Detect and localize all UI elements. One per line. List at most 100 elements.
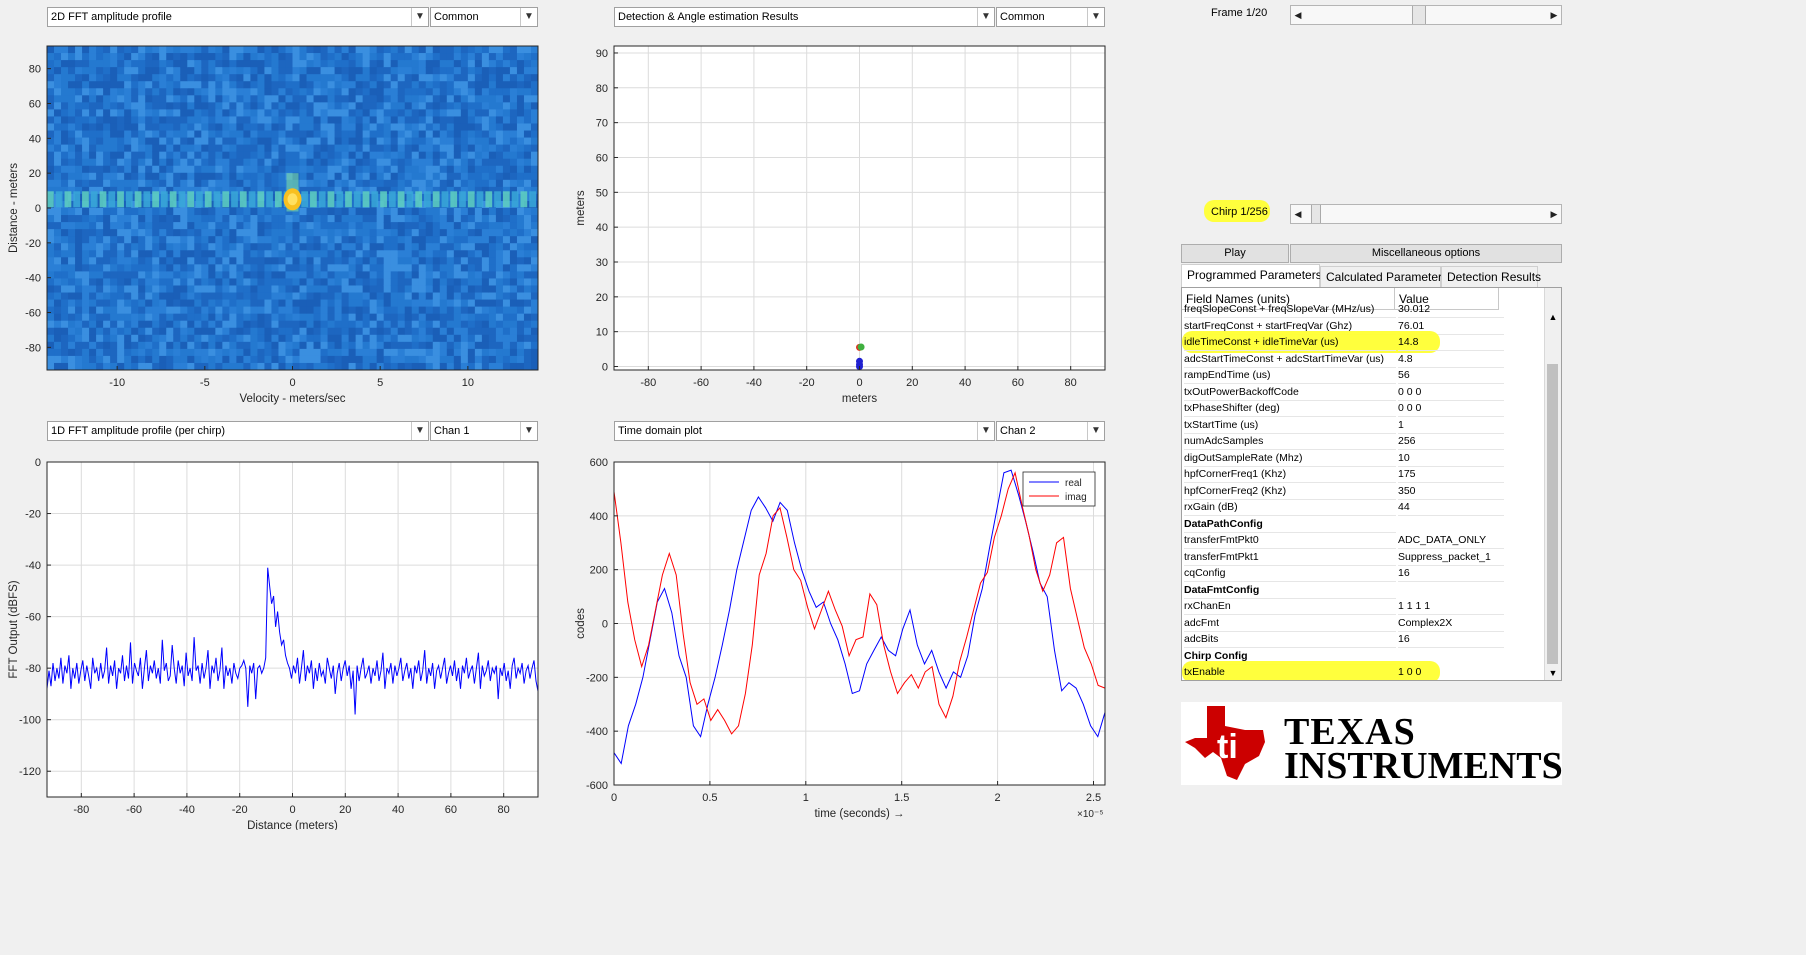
- table-row[interactable]: numAdcSamples 256: [1182, 433, 1546, 450]
- mode-select-top-right[interactable]: Common ▼: [996, 7, 1105, 27]
- table-row[interactable]: digOutSampleRate (Mhz) 10: [1182, 450, 1546, 467]
- table-row[interactable]: hpfCornerFreq2 (Khz) 350: [1182, 483, 1546, 500]
- heatmap-cell: [446, 362, 455, 371]
- table-row[interactable]: hpfCornerFreq1 (Khz) 175: [1182, 466, 1546, 483]
- heatmap-cell: [222, 271, 230, 279]
- heatmap-cell: [285, 264, 293, 272]
- table-row[interactable]: rxChanEn 1 1 1 1: [1182, 598, 1546, 615]
- heatmap-cell: [383, 208, 392, 216]
- frame-slider[interactable]: ◀ ▶: [1290, 5, 1562, 25]
- table-cell-value[interactable]: 1 1 1 1: [1398, 598, 1504, 615]
- heatmap-cell: [292, 334, 301, 343]
- heatmap-cell: [278, 151, 286, 160]
- table-cell-value[interactable]: 30.012: [1398, 301, 1504, 318]
- table-cell-value[interactable]: 175: [1398, 466, 1504, 483]
- table-scrollbar[interactable]: ▲ ▼: [1544, 288, 1561, 680]
- channel-select-bottom-right[interactable]: Chan 2 ▼: [996, 421, 1105, 441]
- view-select-top-right[interactable]: Detection & Angle estimation Results ▼: [614, 7, 995, 27]
- heatmap-cell: [292, 81, 301, 89]
- table-cell-value[interactable]: 44: [1398, 499, 1504, 516]
- heatmap-cell: [390, 144, 399, 153]
- table-cell-value[interactable]: 14.8: [1398, 334, 1504, 351]
- table-cell-value[interactable]: 0 0 0: [1398, 400, 1504, 417]
- slider-left-arrow-icon[interactable]: ◀: [1291, 6, 1305, 24]
- heatmap-cell: [243, 109, 251, 117]
- table-row[interactable]: freqSlopeConst + freqSlopeVar (MHz/us) 30…: [1182, 301, 1546, 318]
- heatmap-cell: [96, 95, 104, 103]
- heatmap-cell: [264, 271, 272, 279]
- heatmap-cell: [47, 74, 55, 82]
- heatmap-cell: [222, 46, 230, 54]
- table-cell-value[interactable]: ADC_DATA_ONLY: [1398, 532, 1504, 549]
- slider-left-arrow-icon[interactable]: ◀: [1291, 205, 1305, 223]
- tab-programmed-parameters[interactable]: Programmed Parameters: [1181, 264, 1322, 288]
- frame-slider-thumb[interactable]: [1412, 6, 1427, 24]
- heatmap-cell: [68, 109, 76, 117]
- heatmap-cell: [75, 327, 83, 336]
- heatmap-cell: [467, 179, 476, 188]
- chirp-slider[interactable]: ◀ ▶: [1290, 204, 1562, 224]
- table-row[interactable]: txOutPowerBackoffCode 0 0 0: [1182, 384, 1546, 401]
- view-select-top-left[interactable]: 2D FFT amplitude profile ▼: [47, 7, 429, 27]
- heatmap-cell: [376, 299, 385, 308]
- heatmap-cell: [397, 208, 406, 216]
- view-select-bottom-right[interactable]: Time domain plot ▼: [614, 421, 995, 441]
- table-cell-value[interactable]: 16: [1398, 565, 1504, 582]
- tab-calculated-parameters[interactable]: Calculated Parameters: [1320, 266, 1448, 287]
- heatmap-cell: [425, 243, 434, 251]
- heatmap-cell: [425, 278, 434, 286]
- heatmap-cell: [306, 74, 315, 82]
- slider-right-arrow-icon[interactable]: ▶: [1547, 6, 1561, 24]
- table-cell-value[interactable]: 10: [1398, 450, 1504, 467]
- chirp-slider-thumb[interactable]: [1311, 205, 1321, 223]
- heatmap-cell: [208, 102, 216, 110]
- table-cell-value[interactable]: 256: [1398, 433, 1504, 450]
- table-row[interactable]: txPhaseShifter (deg) 0 0 0: [1182, 400, 1546, 417]
- table-row[interactable]: adcStartTimeConst + adcStartTimeVar (us)…: [1182, 351, 1546, 368]
- table-row[interactable]: adcFmt Complex2X: [1182, 615, 1546, 632]
- table-row[interactable]: transferFmtPkt0 ADC_DATA_ONLY: [1182, 532, 1546, 549]
- table-row[interactable]: txStartTime (us) 1: [1182, 417, 1546, 434]
- table-cell-value[interactable]: 1 0 0: [1398, 664, 1504, 680]
- heatmap-cell: [362, 264, 371, 272]
- table-cell-value[interactable]: 0 0 0: [1398, 384, 1504, 401]
- heatmap-cell: [166, 264, 174, 272]
- table-cell-value[interactable]: Complex2X: [1398, 615, 1504, 632]
- scroll-down-arrow-icon[interactable]: ▼: [1545, 668, 1561, 678]
- table-row[interactable]: transferFmtPkt1 Suppress_packet_1: [1182, 549, 1546, 566]
- slider-right-arrow-icon[interactable]: ▶: [1547, 205, 1561, 223]
- tab-detection-results[interactable]: Detection Results: [1441, 266, 1541, 287]
- table-cell-value[interactable]: 16: [1398, 631, 1504, 648]
- misc-options-button[interactable]: Miscellaneous options: [1290, 244, 1562, 263]
- table-section-header[interactable]: DataPathConfig: [1182, 516, 1546, 533]
- heatmap-cell: [138, 229, 146, 237]
- play-button[interactable]: Play: [1181, 244, 1289, 263]
- table-row[interactable]: cqConfig 16: [1182, 565, 1546, 582]
- heatmap-cell: [313, 53, 322, 61]
- mode-select-top-left[interactable]: Common ▼: [430, 7, 538, 27]
- heatmap-cell: [516, 215, 525, 223]
- heatmap-cell: [355, 165, 364, 174]
- table-cell-value[interactable]: 1: [1398, 417, 1504, 434]
- heatmap-cell: [446, 109, 455, 117]
- heatmap-cell: [54, 60, 62, 68]
- table-cell-value[interactable]: [1398, 516, 1504, 533]
- scroll-thumb[interactable]: [1547, 364, 1558, 664]
- table-cell-value[interactable]: 4.8: [1398, 351, 1504, 368]
- table-row[interactable]: rxGain (dB) 44: [1182, 499, 1546, 516]
- table-row[interactable]: txEnable 1 0 0: [1182, 661, 1546, 680]
- scroll-up-arrow-icon[interactable]: ▲: [1545, 312, 1561, 322]
- table-row[interactable]: idleTimeConst + idleTimeVar (us) 14.8: [1182, 331, 1546, 353]
- channel-select-bottom-left[interactable]: Chan 1 ▼: [430, 421, 538, 441]
- table-section-header[interactable]: DataFmtConfig: [1182, 582, 1546, 599]
- table-cell-value[interactable]: 56: [1398, 367, 1504, 384]
- table-cell-value[interactable]: 350: [1398, 483, 1504, 500]
- table-cell-value[interactable]: Suppress_packet_1: [1398, 549, 1504, 566]
- table-row[interactable]: rampEndTime (us) 56: [1182, 367, 1546, 384]
- heatmap-cell: [257, 285, 265, 294]
- heatmap-cell: [243, 95, 251, 103]
- heatmap-cell: [152, 123, 160, 132]
- table-row[interactable]: adcBits 16: [1182, 631, 1546, 648]
- table-cell-value[interactable]: [1398, 582, 1504, 599]
- view-select-bottom-left[interactable]: 1D FFT amplitude profile (per chirp) ▼: [47, 421, 429, 441]
